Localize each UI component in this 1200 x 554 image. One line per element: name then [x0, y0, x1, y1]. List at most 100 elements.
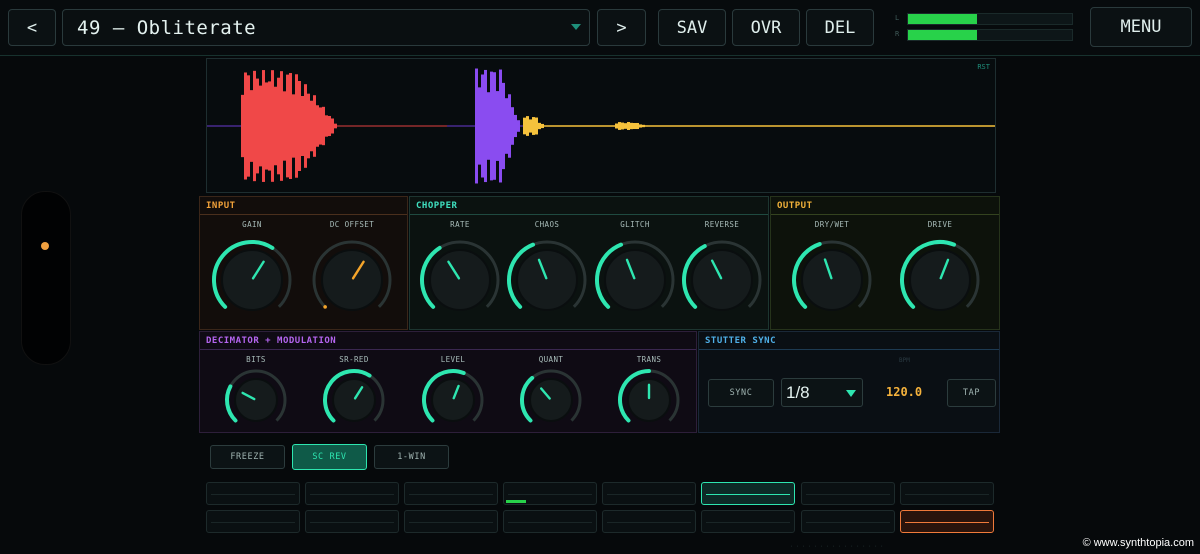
dc-offset-knob[interactable]: DC OFFSET	[300, 215, 404, 327]
knob-dial[interactable]	[206, 215, 298, 327]
pad-14[interactable]	[701, 510, 795, 533]
rate-knob[interactable]: RATE	[415, 215, 505, 327]
pad-12[interactable]	[503, 510, 597, 533]
waveform-bar	[283, 91, 286, 161]
meter-right	[907, 29, 1073, 41]
pad-10[interactable]	[305, 510, 399, 533]
sr-red-knob[interactable]: SR-RED	[306, 350, 402, 434]
knob-dial[interactable]	[590, 215, 680, 327]
pad-11[interactable]	[404, 510, 498, 533]
dry-wet-knob[interactable]: DRY/WET	[777, 215, 887, 327]
waveform-bar	[268, 81, 271, 171]
menu-button[interactable]: MENU	[1090, 7, 1192, 47]
waveform-bar	[322, 106, 325, 146]
knob-dial[interactable]	[677, 215, 767, 327]
waveform-bar	[328, 115, 331, 137]
side-slider[interactable]	[21, 191, 71, 365]
knob-dial[interactable]	[885, 215, 995, 327]
sync-button[interactable]: SYNC	[708, 379, 774, 407]
quant-knob[interactable]: QUANT	[503, 350, 599, 434]
waveform-bar	[535, 117, 538, 135]
pad-15[interactable]	[801, 510, 895, 533]
knob-dial[interactable]	[306, 350, 402, 434]
waveform-bar	[289, 73, 292, 179]
pad-line	[706, 494, 790, 495]
waveform-bar	[636, 122, 639, 130]
slider-handle[interactable]	[41, 242, 49, 250]
gain-knob[interactable]: GAIN	[206, 215, 298, 327]
waveform-bar	[307, 93, 310, 159]
knob-dial[interactable]	[601, 350, 697, 434]
sc-rev-button[interactable]: SC REV	[292, 444, 367, 470]
glitch-knob[interactable]: GLITCH	[590, 215, 680, 327]
waveform-bar	[334, 123, 337, 129]
pad-line	[806, 494, 890, 495]
waveform-bar	[295, 74, 298, 178]
trans-knob[interactable]: TRANS	[601, 350, 697, 434]
pad-line	[607, 494, 691, 495]
pad-7[interactable]	[801, 482, 895, 505]
next-preset-button[interactable]: >	[597, 9, 646, 46]
pad-line	[211, 522, 295, 523]
decimator-title: DECIMATOR + MODULATION	[206, 336, 337, 346]
waveform-bar	[259, 85, 262, 167]
knob-dial[interactable]	[502, 215, 592, 327]
waveform-bar	[316, 105, 319, 147]
meter-left-fill	[908, 14, 977, 24]
pad-5[interactable]	[602, 482, 696, 505]
pad-9[interactable]	[206, 510, 300, 533]
preset-selector[interactable]: 49 – Obliterate	[62, 9, 590, 46]
waveform-bar	[523, 117, 526, 135]
chaos-knob[interactable]: CHAOS	[502, 215, 592, 327]
pad-1[interactable]	[206, 482, 300, 505]
bpm-value[interactable]: 120.0	[886, 385, 922, 399]
delete-button[interactable]: DEL	[806, 9, 874, 46]
knob-dial[interactable]	[415, 215, 505, 327]
waveform-bar	[253, 70, 256, 182]
waveform-bar	[642, 124, 645, 128]
waveform-bar	[331, 118, 334, 134]
pad-13[interactable]	[602, 510, 696, 533]
stutter-sync-section: STUTTER SYNC BPM SYNC 1/8 120.0 TAP	[698, 331, 1000, 433]
waveform-bar	[511, 107, 514, 145]
division-select[interactable]: 1/8	[781, 378, 863, 407]
knob-dial[interactable]	[405, 350, 501, 434]
knob-dial[interactable]	[300, 215, 404, 327]
waveform-bar	[505, 98, 508, 154]
pad-line	[905, 494, 989, 495]
pad-line	[905, 522, 989, 523]
drive-knob[interactable]: DRIVE	[885, 215, 995, 327]
pad-4[interactable]	[503, 482, 597, 505]
waveform-bar	[615, 123, 618, 129]
stutter-title-line	[699, 349, 999, 350]
preset-name: 49 – Obliterate	[77, 17, 257, 39]
prev-preset-button[interactable]: <	[8, 9, 56, 46]
overwrite-button[interactable]: OVR	[732, 9, 800, 46]
knob-dial[interactable]	[777, 215, 887, 327]
knob-dial[interactable]	[503, 350, 599, 434]
freeze-button[interactable]: FREEZE	[210, 445, 285, 469]
meter-left-label: L	[895, 14, 900, 22]
waveform-bar	[490, 71, 493, 181]
reverse-knob[interactable]: REVERSE	[677, 215, 767, 327]
pad-6[interactable]	[701, 482, 795, 505]
pad-3[interactable]	[404, 482, 498, 505]
output-title: OUTPUT	[777, 201, 813, 211]
save-button[interactable]: SAV	[658, 9, 726, 46]
waveform-bar	[271, 70, 274, 182]
one-win-button[interactable]: 1-WIN	[374, 445, 449, 469]
knob-dial[interactable]	[208, 350, 304, 434]
waveform-bar	[304, 84, 307, 168]
chopper-title: CHOPPER	[416, 201, 458, 211]
bits-knob[interactable]: BITS	[208, 350, 304, 434]
pad-8[interactable]	[900, 482, 994, 505]
pad-line	[607, 522, 691, 523]
pad-2[interactable]	[305, 482, 399, 505]
level-knob[interactable]: LEVEL	[405, 350, 501, 434]
pad-16[interactable]	[900, 510, 994, 533]
waveform-bar	[487, 92, 490, 160]
waveform-bar	[538, 122, 541, 130]
waveform-bar	[325, 115, 328, 137]
waveform-bar	[277, 77, 280, 175]
tap-button[interactable]: TAP	[947, 379, 996, 407]
